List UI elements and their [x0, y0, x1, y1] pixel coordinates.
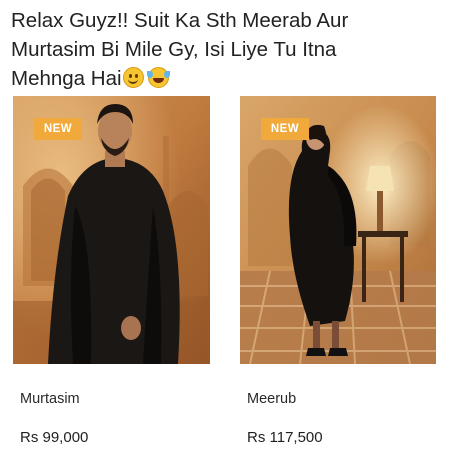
slightly-smiling-face-icon: [122, 67, 144, 88]
product-name[interactable]: Meerub: [247, 391, 296, 407]
product-price: Rs 99,000: [20, 429, 89, 446]
caption-line-1: Relax Guyz!! Suit Ka Sth Meerab Aur: [11, 9, 349, 32]
product-name[interactable]: Murtasim: [20, 391, 80, 407]
product-image[interactable]: NEW: [13, 96, 210, 364]
face-with-tears-of-joy-icon: [146, 67, 169, 88]
caption-line-3-text: Mehnga Hai: [11, 67, 122, 90]
caption-line-3: Mehnga Hai: [11, 64, 441, 93]
new-badge: NEW: [34, 118, 82, 140]
product-card-murtasim[interactable]: NEW Murtasim Rs 99,000: [13, 96, 210, 446]
new-badge: NEW: [261, 118, 309, 140]
caption-line-2: Murtasim Bi Mile Gy, Isi Liye Tu Itna: [11, 38, 337, 61]
product-image[interactable]: NEW: [240, 96, 436, 364]
product-card-meerub[interactable]: NEW Meerub Rs 117,500: [240, 96, 436, 446]
product-price: Rs 117,500: [247, 429, 323, 446]
post-caption: Relax Guyz!! Suit Ka Sth Meerab Aur Murt…: [11, 6, 441, 93]
